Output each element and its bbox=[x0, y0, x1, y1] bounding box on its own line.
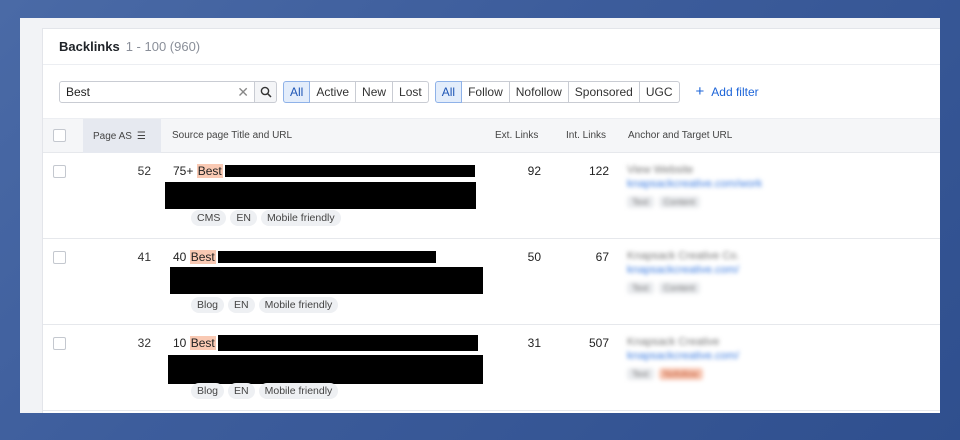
tag-list: CMS EN Mobile friendly bbox=[191, 210, 345, 226]
link-type-chip: Text bbox=[627, 282, 654, 294]
plus-icon: + bbox=[695, 83, 705, 100]
anchor-cell: Knapsack Creative knapsackcreative.com/ … bbox=[627, 336, 739, 380]
source-cell: 10 Best bbox=[168, 335, 483, 384]
status-filter-lost[interactable]: Lost bbox=[393, 80, 429, 103]
ext-links-value: 31 bbox=[527, 336, 541, 350]
target-url-link[interactable]: knapsackcreative.com/ bbox=[627, 264, 740, 276]
search-highlight: Best bbox=[189, 250, 216, 264]
tag: Blog bbox=[191, 297, 225, 313]
status-filter-active[interactable]: Active bbox=[310, 80, 357, 103]
tag: Mobile friendly bbox=[258, 297, 339, 313]
ext-links-value: 92 bbox=[527, 164, 541, 178]
table-header: Page AS ☰ Source page Title and URL Ext.… bbox=[43, 119, 940, 153]
link-type-chip: Text bbox=[627, 196, 654, 208]
tag: Mobile friendly bbox=[260, 210, 341, 226]
tag: Blog bbox=[191, 383, 225, 399]
redacted-url bbox=[170, 267, 483, 294]
tag-list: Blog EN Mobile friendly bbox=[191, 297, 342, 313]
search-highlight: Best bbox=[189, 336, 216, 350]
table-row: 32 10 Best Blog EN Mobile friendly 31 50… bbox=[43, 325, 940, 411]
source-cell: 75+ Best bbox=[165, 164, 476, 209]
search-icon bbox=[260, 86, 272, 98]
int-links-value: 122 bbox=[588, 164, 609, 178]
redacted-title bbox=[217, 251, 436, 263]
column-int-links[interactable]: Int. Links bbox=[566, 130, 606, 141]
link-type-chip: Content bbox=[658, 282, 701, 294]
redacted-url bbox=[165, 182, 476, 209]
search-button[interactable] bbox=[255, 80, 277, 103]
table-row: 52 75+ Best CMS EN Mobile friendly 92 12… bbox=[43, 153, 940, 239]
search-highlight: Best bbox=[196, 164, 223, 178]
page-as-value: 32 bbox=[137, 336, 151, 350]
column-page-as-label: Page AS bbox=[93, 130, 132, 142]
filter-toolbar: Best ✕ All Active New Lost All Follow No… bbox=[43, 65, 940, 119]
anchor-text: Knapsack Creative bbox=[627, 336, 720, 348]
column-source[interactable]: Source page Title and URL bbox=[172, 130, 292, 141]
panel-header: Backlinks 1 - 100 (960) bbox=[43, 29, 940, 65]
anchor-text: View Website bbox=[627, 164, 694, 176]
type-filter-follow[interactable]: Follow bbox=[462, 80, 510, 103]
source-title-prefix: 75+ bbox=[173, 164, 194, 178]
search-box: Best ✕ bbox=[59, 80, 277, 103]
table-row: 41 40 Best Blog EN Mobile friendly 50 67… bbox=[43, 239, 940, 325]
result-range: 1 - 100 (960) bbox=[125, 39, 201, 54]
status-filter-group: All Active New Lost bbox=[283, 80, 429, 103]
type-filter-nofollow[interactable]: Nofollow bbox=[509, 80, 569, 103]
type-filter-all[interactable]: All bbox=[434, 80, 463, 103]
int-links-value: 67 bbox=[595, 250, 609, 264]
int-links-value: 507 bbox=[588, 336, 609, 350]
add-filter-button[interactable]: + Add filter bbox=[696, 83, 759, 100]
redacted-title bbox=[217, 335, 478, 351]
row-checkbox[interactable] bbox=[53, 165, 66, 178]
type-filter-sponsored[interactable]: Sponsored bbox=[568, 80, 640, 103]
search-input[interactable]: Best ✕ bbox=[59, 80, 255, 103]
source-title-prefix: 10 bbox=[173, 336, 187, 350]
tag: Mobile friendly bbox=[258, 383, 339, 399]
tag: CMS bbox=[191, 210, 227, 226]
page-as-value: 41 bbox=[137, 250, 151, 264]
column-page-as[interactable]: Page AS ☰ bbox=[83, 119, 161, 153]
add-filter-label: Add filter bbox=[711, 84, 759, 99]
link-type-chip: Content bbox=[658, 196, 701, 208]
clear-icon[interactable]: ✕ bbox=[237, 84, 249, 101]
anchor-text: Knapsack Creative Co. bbox=[627, 250, 740, 262]
source-title-prefix: 40 bbox=[173, 250, 187, 264]
link-type-chip: Text bbox=[627, 368, 654, 380]
backlinks-panel: Backlinks 1 - 100 (960) Best ✕ All Activ… bbox=[42, 28, 940, 413]
nofollow-chip: Nofollow bbox=[658, 368, 704, 380]
redacted-title bbox=[224, 165, 475, 177]
column-anchor[interactable]: Anchor and Target URL bbox=[628, 130, 732, 141]
panel-title: Backlinks bbox=[59, 39, 120, 54]
target-url-link[interactable]: knapsackcreative.com/ bbox=[627, 350, 739, 362]
anchor-cell: View Website knapsackcreative.com/work T… bbox=[627, 164, 762, 208]
tag: EN bbox=[230, 210, 257, 226]
select-all-checkbox[interactable] bbox=[53, 129, 66, 142]
source-cell: 40 Best bbox=[170, 250, 483, 294]
screenshot-frame: Backlinks 1 - 100 (960) Best ✕ All Activ… bbox=[20, 18, 940, 413]
sort-icon: ☰ bbox=[136, 130, 146, 142]
row-checkbox[interactable] bbox=[53, 251, 66, 264]
tag: EN bbox=[228, 297, 255, 313]
type-filter-ugc[interactable]: UGC bbox=[639, 80, 680, 103]
column-ext-links[interactable]: Ext. Links bbox=[495, 130, 538, 141]
row-checkbox[interactable] bbox=[53, 337, 66, 350]
target-url-link[interactable]: knapsackcreative.com/work bbox=[627, 178, 762, 190]
status-filter-all[interactable]: All bbox=[283, 80, 311, 103]
anchor-cell: Knapsack Creative Co. knapsackcreative.c… bbox=[627, 250, 740, 294]
page-as-value: 52 bbox=[137, 164, 151, 178]
redacted-url bbox=[168, 355, 483, 384]
ext-links-value: 50 bbox=[527, 250, 541, 264]
tag-list: Blog EN Mobile friendly bbox=[191, 383, 342, 399]
type-filter-group: All Follow Nofollow Sponsored UGC bbox=[434, 80, 680, 103]
search-input-value: Best bbox=[66, 84, 91, 99]
status-filter-new[interactable]: New bbox=[356, 80, 394, 103]
tag: EN bbox=[228, 383, 255, 399]
